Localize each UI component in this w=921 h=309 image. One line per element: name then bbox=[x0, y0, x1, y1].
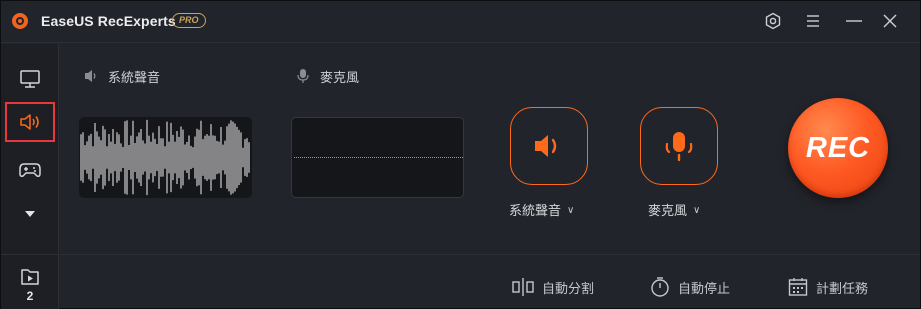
microphone-level-line bbox=[294, 157, 463, 158]
system-sound-dropdown-label: 系統聲音 bbox=[509, 204, 562, 219]
app-window: EaseUS RecExperts PRO 2 系統聲音 麥克風 系統聲音 ∨ … bbox=[0, 0, 921, 309]
microphone-icon bbox=[297, 69, 309, 83]
microphone-dropdown[interactable]: 麥克風 ∨ bbox=[648, 200, 700, 219]
video-folder-icon bbox=[21, 269, 39, 285]
rec-button[interactable]: REC bbox=[788, 98, 888, 198]
auto-split-label: 自動分割 bbox=[542, 281, 595, 297]
schedule-label: 計劃任務 bbox=[816, 281, 869, 297]
sidebar-item-screen[interactable] bbox=[5, 59, 55, 99]
toolbar-divider bbox=[60, 254, 920, 255]
speaker-icon bbox=[85, 70, 96, 82]
chevron-down-icon: ∨ bbox=[693, 205, 701, 216]
gamepad-icon bbox=[19, 163, 41, 177]
schedule-button[interactable]: 計劃任務 bbox=[788, 276, 868, 298]
close-icon[interactable] bbox=[880, 11, 900, 31]
minimize-icon[interactable] bbox=[844, 11, 864, 31]
speaker-icon bbox=[535, 135, 557, 157]
recordings-count: 2 bbox=[26, 289, 34, 303]
triangle-down-icon bbox=[25, 211, 35, 217]
monitor-icon bbox=[20, 70, 40, 88]
sidebar: 2 bbox=[1, 44, 59, 309]
system-sound-toggle-button[interactable] bbox=[510, 107, 588, 185]
microphone-toggle-button[interactable] bbox=[640, 107, 718, 185]
recordings-button[interactable]: 2 bbox=[5, 262, 55, 308]
speaker-icon bbox=[20, 114, 39, 130]
system-sound-dropdown[interactable]: 系統聲音 ∨ bbox=[509, 200, 574, 219]
timer-icon bbox=[651, 277, 669, 297]
app-logo-icon bbox=[12, 13, 28, 29]
app-title: EaseUS RecExperts bbox=[41, 13, 176, 29]
microphone-icon bbox=[665, 132, 693, 162]
title-bar: EaseUS RecExperts PRO bbox=[1, 1, 920, 43]
auto-stop-button[interactable]: 自動停止 bbox=[650, 276, 730, 298]
system-sound-label: 系統聲音 bbox=[108, 71, 161, 86]
auto-split-button[interactable]: 自動分割 bbox=[512, 276, 594, 298]
sidebar-item-game[interactable] bbox=[5, 150, 55, 190]
settings-icon[interactable] bbox=[763, 11, 783, 31]
system-sound-waveform bbox=[79, 117, 252, 198]
microphone-label: 麥克風 bbox=[320, 71, 360, 86]
sidebar-more-button[interactable] bbox=[5, 194, 55, 234]
chevron-down-icon: ∨ bbox=[567, 205, 575, 216]
microphone-dropdown-label: 麥克風 bbox=[648, 204, 688, 219]
microphone-level-meter bbox=[291, 117, 464, 198]
calendar-icon bbox=[788, 278, 808, 296]
sidebar-item-audio[interactable] bbox=[5, 102, 55, 142]
auto-stop-label: 自動停止 bbox=[678, 281, 731, 297]
pro-badge: PRO bbox=[172, 13, 206, 28]
menu-icon[interactable] bbox=[803, 11, 823, 31]
sidebar-divider bbox=[1, 254, 58, 255]
split-icon bbox=[512, 278, 534, 296]
rec-button-label: REC bbox=[805, 131, 871, 164]
